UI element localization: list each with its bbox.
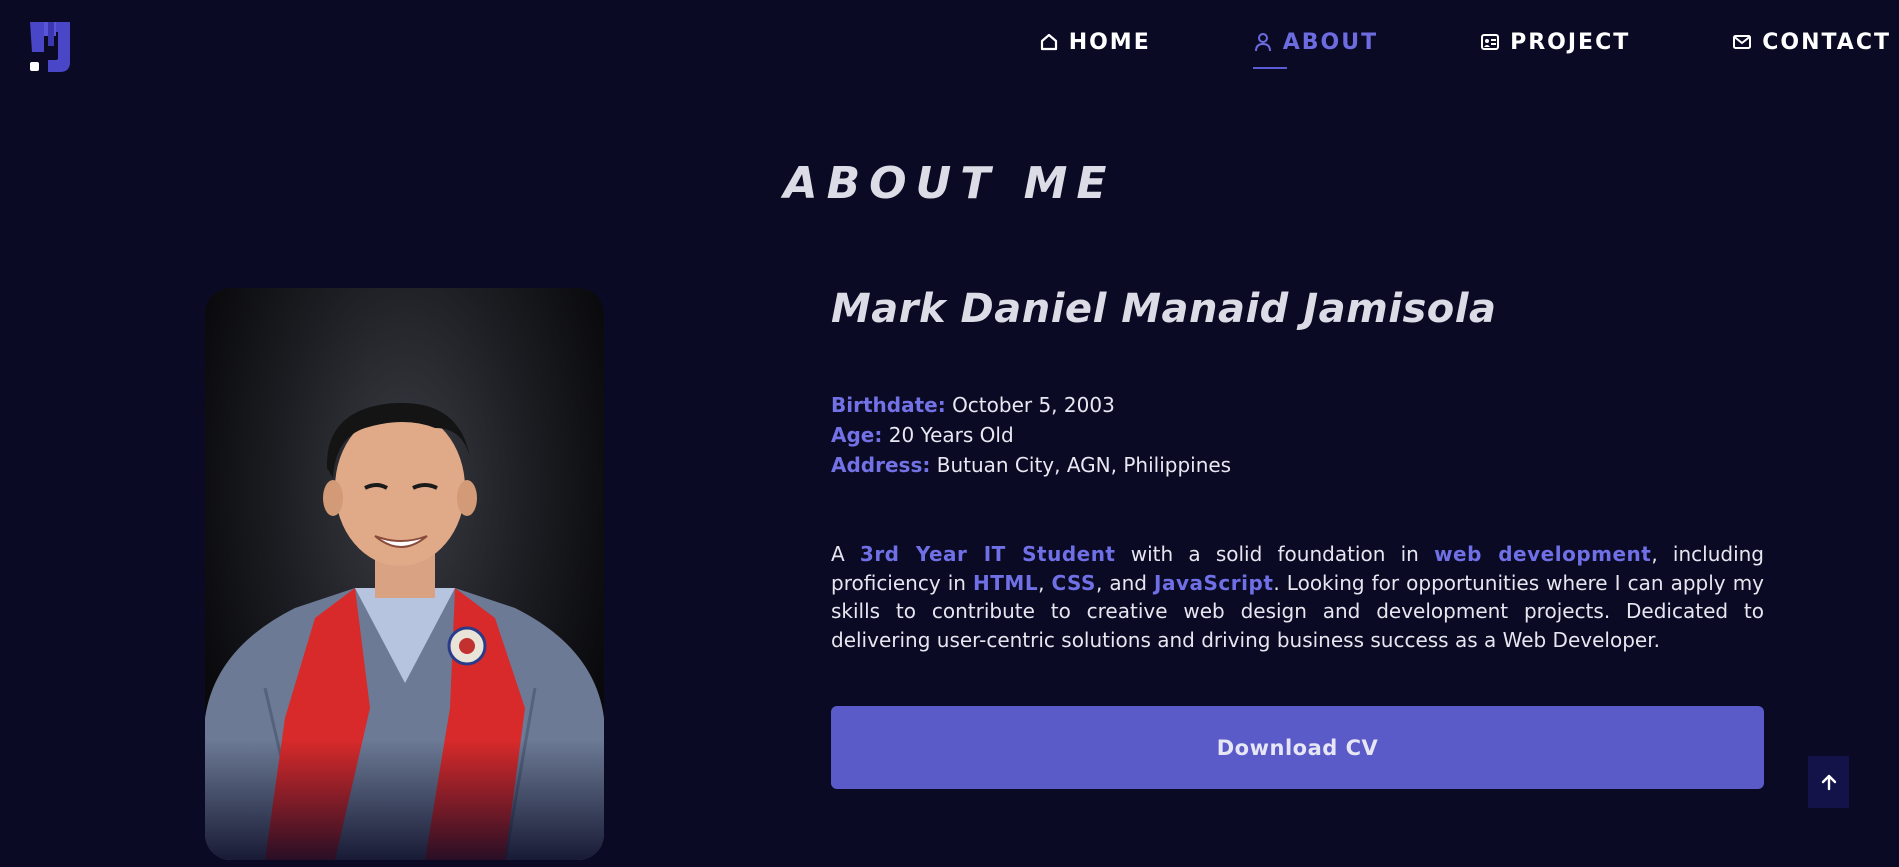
detail-value: 20 Years Old [888, 423, 1014, 447]
nav-item-home[interactable]: HOME [1039, 30, 1151, 55]
nav-item-contact[interactable]: CONTACT [1732, 30, 1891, 55]
nav-item-about[interactable]: ABOUT [1252, 29, 1379, 69]
nav-item-label: HOME [1068, 29, 1151, 55]
arrow-up-icon [1821, 774, 1836, 791]
detail-age: Age: 20 Years Old [831, 420, 1764, 450]
mail-icon [1733, 35, 1752, 49]
nav-item-label: ABOUT [1282, 29, 1379, 55]
bio-paragraph: A 3rd Year IT Student with a solid found… [831, 540, 1764, 654]
scroll-to-top-button[interactable] [1808, 756, 1849, 808]
bio-highlight: JavaScript [1154, 570, 1274, 595]
bio-highlight: web development [1434, 542, 1652, 566]
detail-birthdate: Birthdate: October 5, 2003 [831, 390, 1764, 420]
page-title: ABOUT ME [783, 158, 1116, 209]
main-navigation: HOME ABOUT PROJECT CONTACT [1039, 22, 1891, 69]
bio-highlight: 3rd Year IT Student [859, 542, 1116, 566]
profile-name: Mark Daniel Manaid Jamisola [831, 286, 1497, 332]
detail-label: Birthdate: [831, 393, 946, 417]
download-cv-button[interactable]: Download CV [831, 706, 1764, 789]
nav-item-project[interactable]: PROJECT [1480, 30, 1630, 55]
home-icon [1040, 33, 1057, 51]
nav-item-label: CONTACT [1762, 29, 1891, 55]
nav-item-label: PROJECT [1510, 29, 1631, 55]
detail-label: Age: [831, 423, 883, 447]
id-card-icon [1481, 34, 1500, 50]
bio-text: , and [1095, 570, 1155, 595]
bio-text: with a solid foundation in [1115, 542, 1435, 566]
bio-text: , [1038, 570, 1052, 595]
mj-logo-icon[interactable] [28, 20, 74, 76]
detail-label: Address: [831, 453, 931, 477]
user-icon [1254, 33, 1271, 52]
detail-address: Address: Butuan City, AGN, Philippines [831, 450, 1764, 480]
bio-text: A [831, 542, 860, 566]
profile-details: Birthdate: October 5, 2003 Age: 20 Years… [831, 390, 1764, 480]
detail-value: October 5, 2003 [952, 393, 1115, 417]
bio-highlight: CSS [1051, 570, 1096, 595]
profile-info: Mark Daniel Manaid Jamisola Birthdate: O… [831, 286, 1764, 654]
bio-highlight: HTML [973, 570, 1039, 595]
profile-photo [205, 288, 604, 860]
detail-value: Butuan City, AGN, Philippines [936, 453, 1232, 477]
